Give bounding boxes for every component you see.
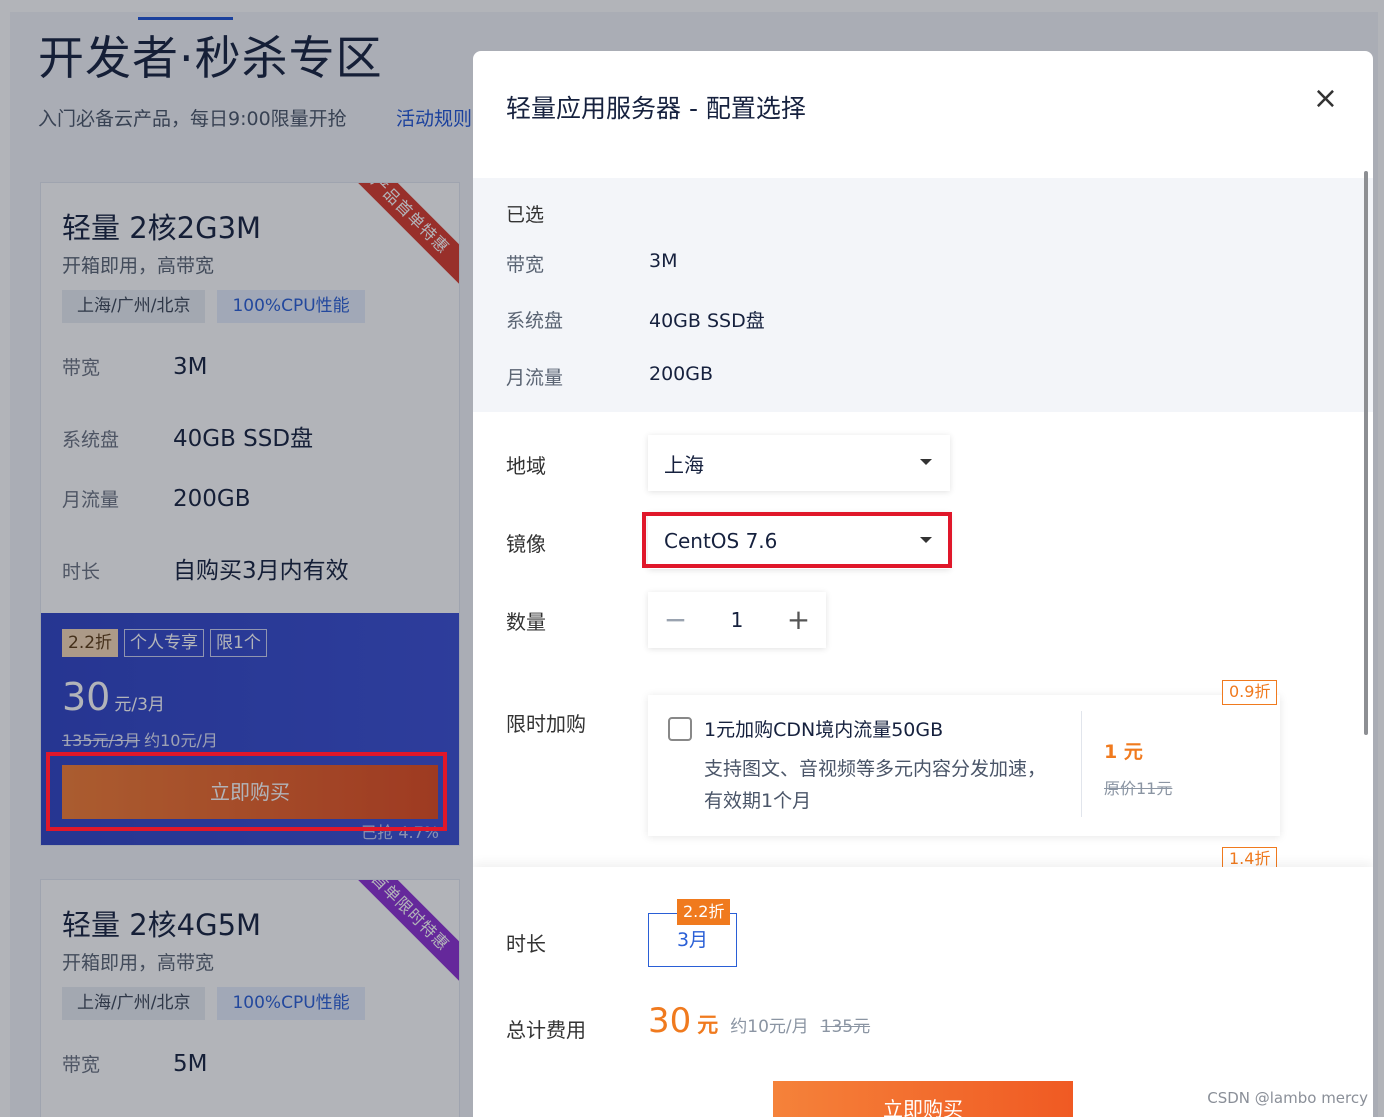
product-desc: 开箱即用，高带宽 <box>62 952 215 974</box>
product-card: 首单限时特惠 轻量 2核4G5M 开箱即用，高带宽 上海/广州/北京 100%C… <box>40 879 460 1117</box>
scrollbar[interactable] <box>1364 171 1368 735</box>
region-tag: 上海/广州/北京 <box>62 987 206 1020</box>
image-label: 镜像 <box>506 532 546 556</box>
addon-title: 1元加购CDN境内流量50GB <box>704 719 944 741</box>
page-title: 开发者·秒杀专区 <box>38 31 383 85</box>
selected-row: 带宽 3M <box>506 250 677 277</box>
spec-label: 系统盘 <box>62 429 120 451</box>
corner-ribbon: 首单限时特惠 <box>332 880 459 990</box>
selected-label: 系统盘 <box>506 310 564 332</box>
quantity-stepper: − 1 + <box>648 592 826 648</box>
total-price: 30 元 约10元/月 135元 <box>648 1001 870 1041</box>
addon-label: 限时加购 <box>506 712 586 736</box>
addon-price: 1 元 <box>1104 741 1143 763</box>
total-per-month: 约10元/月 <box>730 1017 809 1037</box>
cpu-tag: 100%CPU性能 <box>217 290 365 323</box>
duration-discount-badge: 2.2折 <box>677 899 731 925</box>
promo-badges: 2.2折 个人专享 限1个 <box>62 629 267 657</box>
page-subtitle: 入门必备云产品，每日9:00限量开抢 <box>38 108 347 130</box>
quantity-input[interactable]: 1 <box>703 592 771 648</box>
total-label: 总计费用 <box>506 1018 586 1042</box>
highlight-box <box>642 512 952 568</box>
total-unit: 元 <box>697 1013 719 1037</box>
spec-value: 5M <box>173 1051 208 1077</box>
per-month-price: 约10元/月 <box>144 731 218 750</box>
spec-row: 系统盘 40GB SSD盘 <box>62 419 313 453</box>
spec-value: 自购买3月内有效 <box>173 558 349 584</box>
decrement-button[interactable]: − <box>648 592 703 648</box>
total-amount: 30 <box>648 1001 692 1041</box>
addon-card[interactable]: 1元加购CDN境内流量50GB 支持图文、音视频等多元内容分发加速，有效期1个月… <box>648 695 1280 836</box>
selected-value: 200GB <box>649 363 714 385</box>
footer-section <box>473 867 1373 1117</box>
addon-divider <box>1081 711 1082 817</box>
spec-label: 带宽 <box>62 1054 101 1076</box>
selected-value: 3M <box>649 250 678 272</box>
dialog-buy-button[interactable]: 立即购买 <box>773 1081 1073 1117</box>
total-original: 135元 <box>820 1017 871 1037</box>
spec-label: 月流量 <box>62 489 120 511</box>
watermark: CSDN @lambo mercy <box>1207 1089 1368 1107</box>
price-value: 30 <box>62 675 111 719</box>
price-unit: 元/3月 <box>114 695 165 715</box>
spec-row: 带宽 3M <box>62 353 207 380</box>
spec-row: 时长 自购买3月内有效 <box>62 551 349 585</box>
limit-badge: 限1个 <box>210 629 267 657</box>
title-accent-bar <box>138 17 233 20</box>
spec-value: 40GB SSD盘 <box>173 426 314 452</box>
product-desc: 开箱即用，高带宽 <box>62 255 215 277</box>
struck-price: 135元/3月 <box>62 731 141 750</box>
selected-row: 月流量 200GB <box>506 363 713 390</box>
spec-row: 带宽 5M <box>62 1050 207 1077</box>
spec-value: 3M <box>173 354 208 380</box>
region-select[interactable]: 上海 <box>648 435 950 491</box>
rules-link[interactable]: 活动规则 <box>396 104 472 131</box>
spec-row: 月流量 200GB <box>62 485 251 512</box>
spec-value: 200GB <box>173 486 251 512</box>
selected-summary: 已选 带宽 3M 系统盘 40GB SSD盘 月流量 200GB <box>473 178 1373 412</box>
original-price: 135元/3月 约10元/月 <box>62 727 218 751</box>
addon-discount-badge: 0.9折 <box>1222 680 1278 705</box>
duration-label: 时长 <box>506 932 546 956</box>
region-tag: 上海/广州/北京 <box>62 290 206 323</box>
config-dialog: 轻量应用服务器 - 配置选择 × 已选 带宽 3M 系统盘 40GB SSD盘 … <box>473 51 1373 1117</box>
product-card: 产品首单特惠 轻量 2核2G3M 开箱即用，高带宽 上海/广州/北京 100%C… <box>40 182 460 846</box>
highlight-box <box>46 752 447 831</box>
region-value: 上海 <box>664 452 704 477</box>
dialog-title: 轻量应用服务器 - 配置选择 <box>506 94 806 123</box>
increment-button[interactable]: + <box>771 592 826 648</box>
personal-badge: 个人专享 <box>124 629 205 657</box>
addon-checkbox[interactable] <box>668 717 692 741</box>
discount-badge: 2.2折 <box>62 629 119 657</box>
selected-heading: 已选 <box>506 204 545 226</box>
product-name: 轻量 2核2G3M <box>62 211 262 245</box>
addon-original-price: 原价11元 <box>1104 779 1173 798</box>
selected-label: 月流量 <box>506 367 564 389</box>
region-label: 地域 <box>506 454 546 478</box>
spec-label: 带宽 <box>62 357 101 379</box>
cpu-tag: 100%CPU性能 <box>217 987 365 1020</box>
product-name: 轻量 2核4G5M <box>62 908 262 942</box>
quantity-label: 数量 <box>506 610 546 634</box>
corner-ribbon: 产品首单特惠 <box>332 183 459 293</box>
selected-value: 40GB SSD盘 <box>649 310 765 332</box>
spec-label: 时长 <box>62 561 101 583</box>
tag-list: 上海/广州/北京 100%CPU性能 <box>62 290 365 323</box>
selected-row: 系统盘 40GB SSD盘 <box>506 306 765 333</box>
page: 开发者·秒杀专区 入门必备云产品，每日9:00限量开抢 活动规则 产品首单特惠 … <box>0 0 1384 1117</box>
close-icon[interactable]: × <box>1313 81 1338 116</box>
chevron-down-icon <box>920 459 932 465</box>
promo-price: 30 元/3月 <box>62 675 165 719</box>
tag-list: 上海/广州/北京 100%CPU性能 <box>62 987 365 1020</box>
addon-desc: 支持图文、音视频等多元内容分发加速，有效期1个月 <box>704 758 1047 812</box>
selected-label: 带宽 <box>506 254 545 276</box>
